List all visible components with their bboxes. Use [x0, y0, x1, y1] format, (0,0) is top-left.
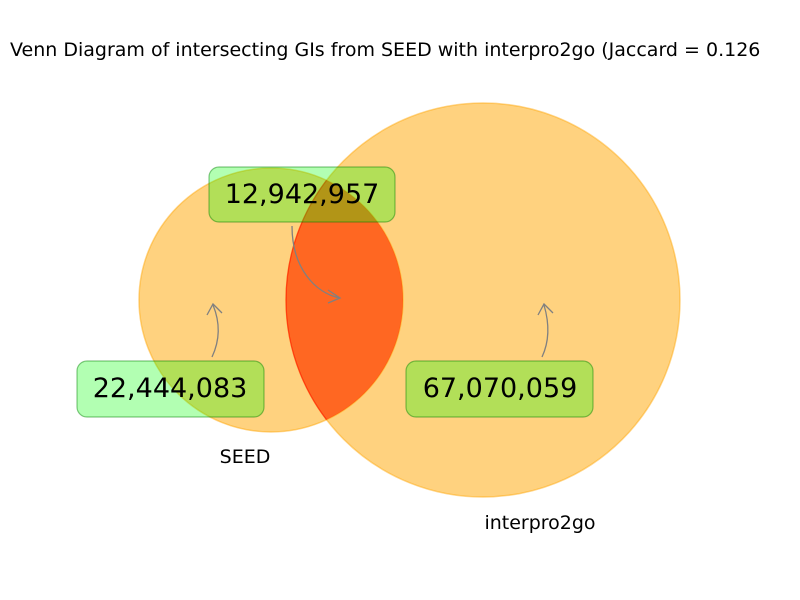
count-label-intersection: 12,942,957: [208, 166, 396, 223]
chart-title: Venn Diagram of intersecting GIs from SE…: [10, 39, 760, 61]
count-text-seed-only: 22,444,083: [93, 373, 248, 404]
count-label-seed-only: 22,444,083: [76, 360, 265, 418]
count-text-intersection: 12,942,957: [225, 179, 380, 210]
count-label-interpro2go-only: 67,070,059: [405, 360, 594, 418]
set-label-interpro2go: interpro2go: [484, 512, 595, 534]
set-label-seed: SEED: [220, 446, 271, 468]
venn-diagram: Venn Diagram of intersecting GIs from SE…: [10, 39, 760, 534]
count-text-interpro2go-only: 67,070,059: [423, 373, 578, 404]
